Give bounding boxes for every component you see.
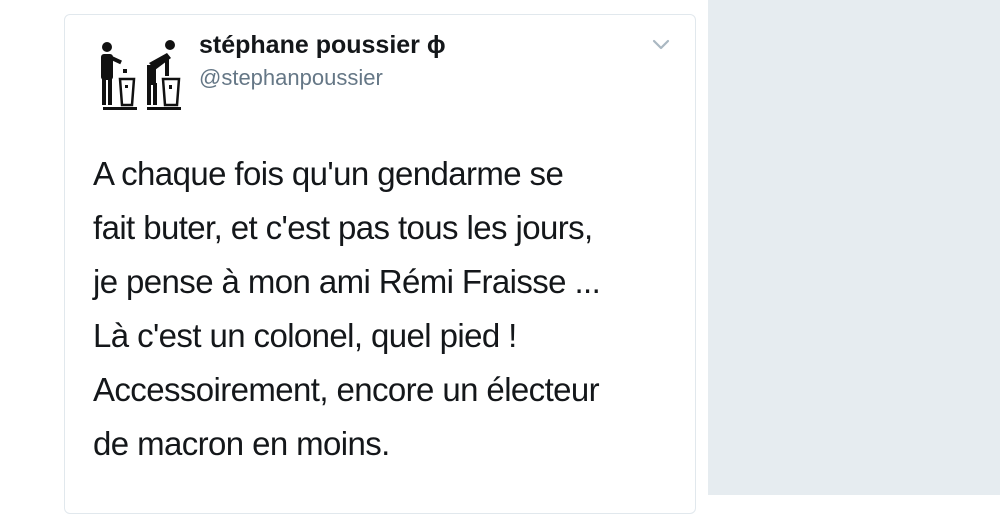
chevron-down-icon[interactable] [651, 37, 671, 53]
tweet-text-line: fait buter, et c'est pas tous les jours, [93, 209, 593, 246]
side-panel-background [708, 0, 1000, 495]
tweet-text-line: de macron en moins. [93, 425, 390, 462]
tweet-text-line: Accessoirement, encore un électeur [93, 371, 600, 408]
tweet-text-line: je pense à mon ami Rémi Fraisse ... [93, 263, 601, 300]
author-handle[interactable]: @stephanpoussier [199, 65, 383, 91]
tweet-body: A chaque fois qu'un gendarme se fait but… [93, 147, 683, 471]
trash-bin-people-icon[interactable] [91, 33, 191, 113]
tweet-text-line: Là c'est un colonel, quel pied ! [93, 317, 517, 354]
author-name[interactable]: stéphane poussier ɸ [199, 31, 446, 60]
tweet-card: stéphane poussier ɸ @stephanpoussier A c… [64, 14, 696, 514]
tweet-text-line: A chaque fois qu'un gendarme se [93, 155, 564, 192]
